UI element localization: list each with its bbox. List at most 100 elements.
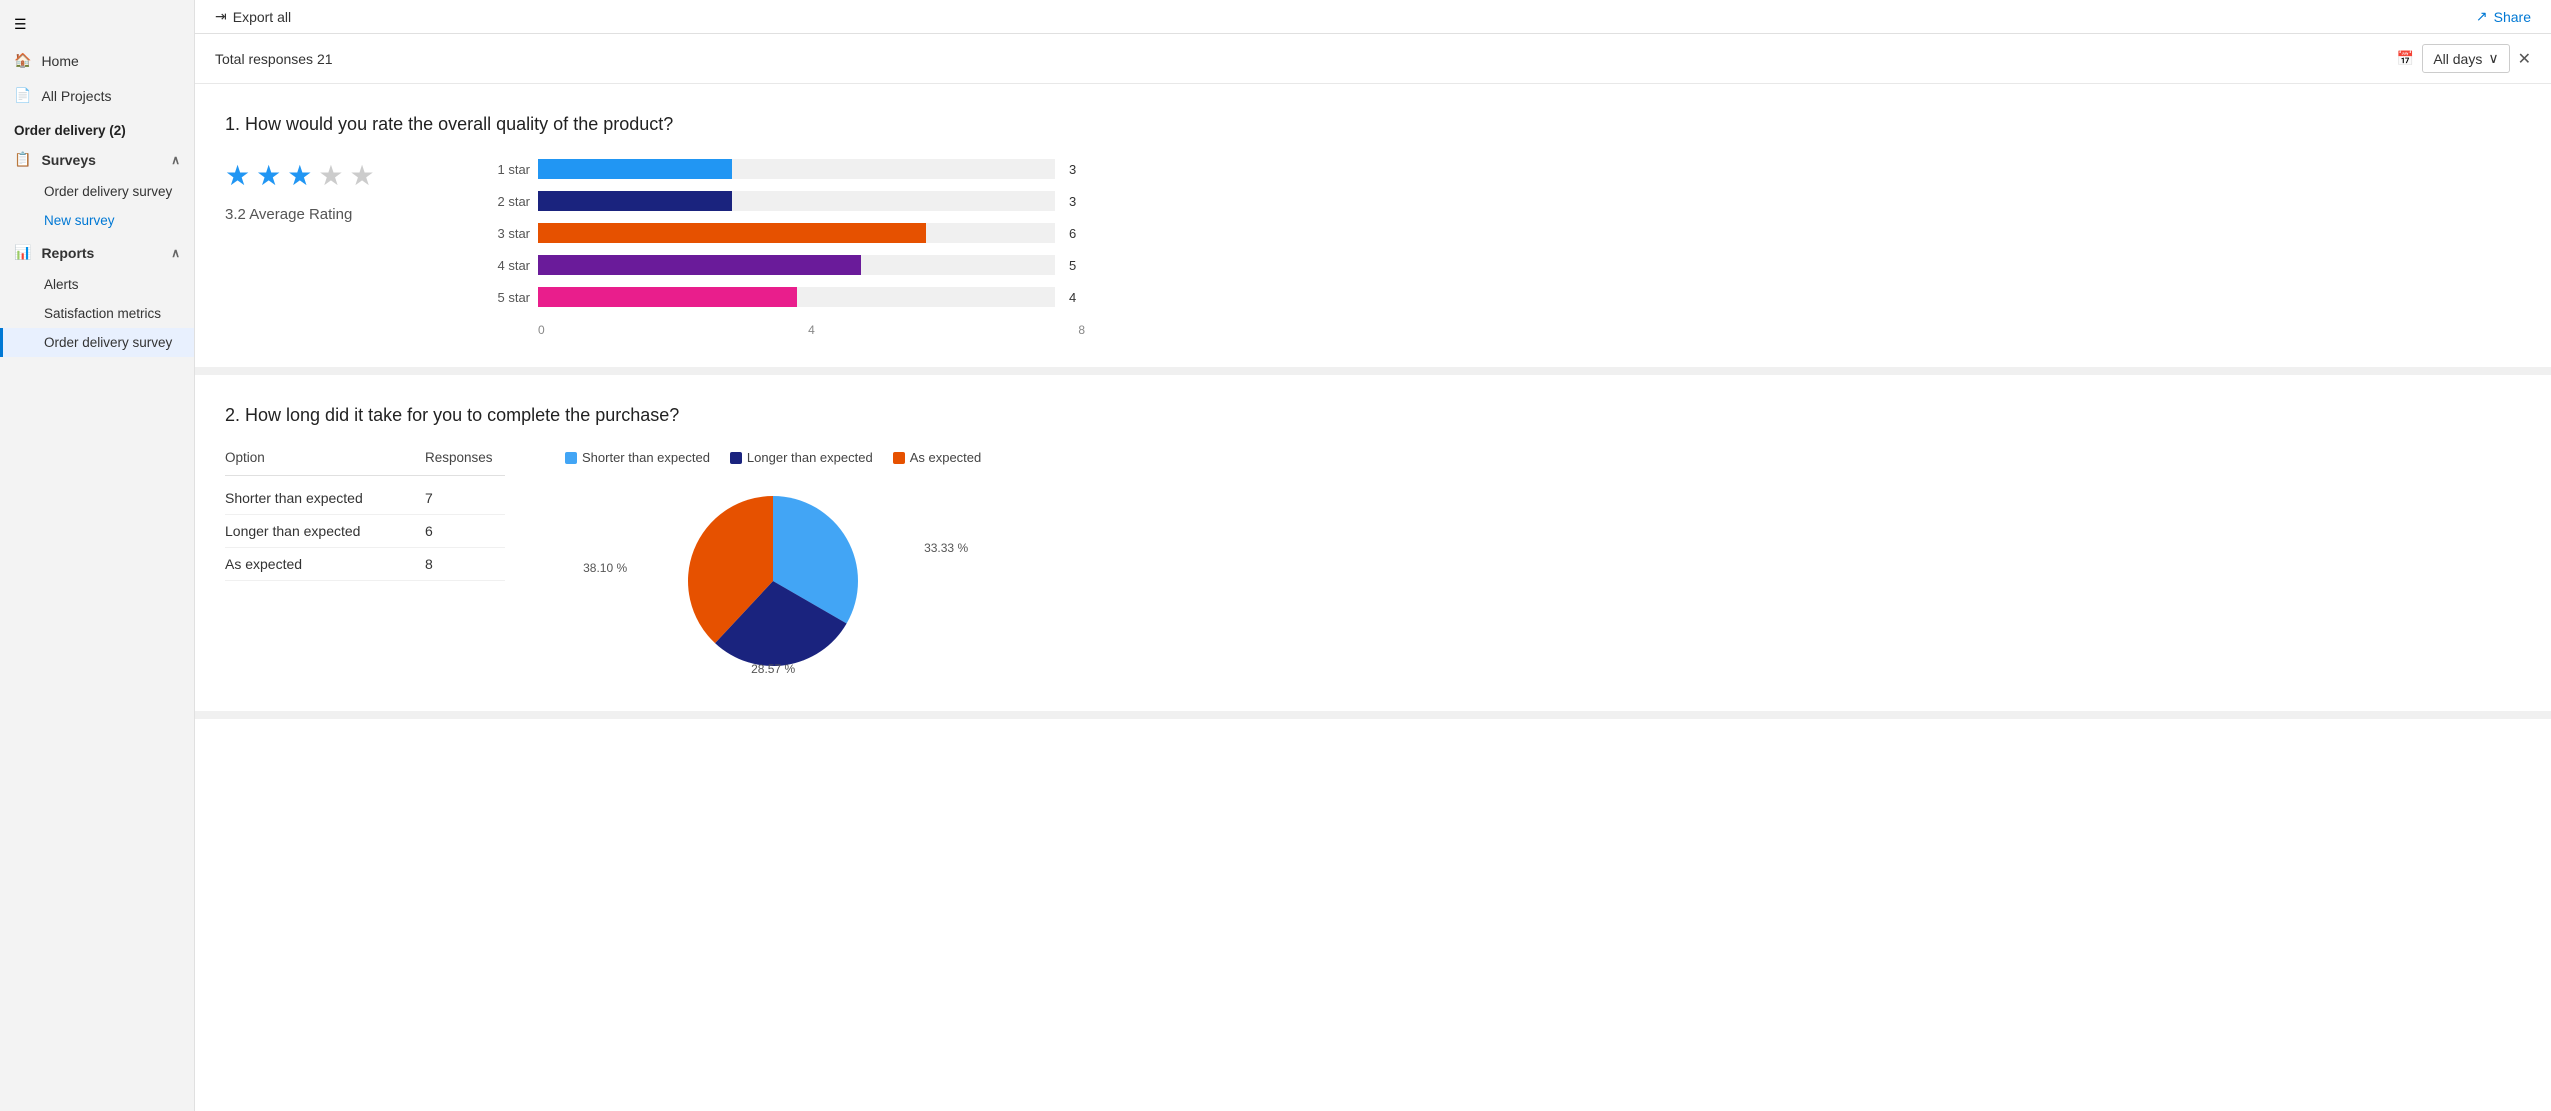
sidebar-item-order-delivery-survey[interactable]: Order delivery survey xyxy=(0,177,194,206)
share-button[interactable]: ↗ Share xyxy=(2476,8,2531,25)
export-all-button[interactable]: ⇥ Export all xyxy=(215,8,291,25)
legend-item: As expected xyxy=(893,450,982,465)
collapse-icon[interactable]: ✕ xyxy=(2518,49,2531,69)
days-dropdown[interactable]: All days ∨ xyxy=(2422,44,2509,73)
bar-label: 1 star xyxy=(485,162,530,177)
bar-value: 3 xyxy=(1069,162,1085,177)
sidebar-item-home[interactable]: 🏠 Home xyxy=(0,43,194,78)
surveys-section-header[interactable]: 📋 Surveys ∧ xyxy=(0,142,194,177)
share-label: Share xyxy=(2494,9,2531,25)
legend-item: Shorter than expected xyxy=(565,450,710,465)
total-responses: Total responses 21 xyxy=(215,51,333,67)
export-icon: ⇥ xyxy=(215,8,227,25)
legend-dot xyxy=(893,452,905,464)
col-option-header: Option xyxy=(225,450,405,465)
bar-track xyxy=(538,191,1055,211)
question-2-section: 2. How long did it take for you to compl… xyxy=(195,375,2551,719)
bar-rows: 1 star 3 2 star 3 3 star 6 4 star 5 5 st… xyxy=(485,159,1085,307)
main-content: ⇥ Export all ↗ Share Total responses 21 … xyxy=(195,0,2551,1111)
axis-8: 8 xyxy=(1078,323,1085,337)
bar-track xyxy=(538,159,1055,179)
bar-label: 5 star xyxy=(485,290,530,305)
star-4: ★ xyxy=(318,159,343,192)
bar-track xyxy=(538,287,1055,307)
sidebar-item-all-projects[interactable]: 📄 All Projects xyxy=(0,78,194,113)
response-cell: 8 xyxy=(425,556,505,572)
avg-rating-label: 3.2 Average Rating xyxy=(225,206,352,223)
star-1: ★ xyxy=(225,159,250,192)
bar-fill xyxy=(538,287,797,307)
q2-table-rows: Shorter than expected 7 Longer than expe… xyxy=(225,482,505,581)
bar-fill xyxy=(538,191,732,211)
bar-row: 2 star 3 xyxy=(485,191,1085,211)
bar-track xyxy=(538,255,1055,275)
sidebar-item-order-delivery-report[interactable]: Order delivery survey xyxy=(0,328,194,357)
days-label: All days xyxy=(2433,51,2482,67)
bar-value: 3 xyxy=(1069,194,1085,209)
table-row: Longer than expected 6 xyxy=(225,515,505,548)
axis-labels: 0 4 8 xyxy=(538,323,1085,337)
calendar-icon: 📅 xyxy=(2397,50,2414,67)
bar-row: 5 star 4 xyxy=(485,287,1085,307)
response-cell: 7 xyxy=(425,490,505,506)
q2-body: Option Responses Shorter than expected 7… xyxy=(225,450,2521,681)
surveys-chevron: ∧ xyxy=(171,153,180,167)
bar-label: 3 star xyxy=(485,226,530,241)
content-area: 1. How would you rate the overall qualit… xyxy=(195,84,2551,1111)
pie-chart-area: Shorter than expected Longer than expect… xyxy=(565,450,981,681)
pie-svg xyxy=(633,481,913,681)
question-1-section: 1. How would you rate the overall qualit… xyxy=(195,84,2551,375)
dropdown-chevron: ∨ xyxy=(2488,50,2498,67)
rating-display: ★ ★ ★ ★ ★ 3.2 Average Rating xyxy=(225,159,445,223)
chart-axis: 0 4 8 xyxy=(538,319,1085,337)
star-3: ★ xyxy=(287,159,312,192)
legend-label: Longer than expected xyxy=(747,450,873,465)
question-2-title: 2. How long did it take for you to compl… xyxy=(225,405,2521,426)
bar-fill xyxy=(538,255,861,275)
q2-table: Option Responses Shorter than expected 7… xyxy=(225,450,505,581)
pie-label-longer: 28.57 % xyxy=(751,662,795,676)
legend-item: Longer than expected xyxy=(730,450,873,465)
reports-label: Reports xyxy=(41,245,94,261)
sidebar-item-new-survey[interactable]: New survey xyxy=(0,206,194,235)
bar-track xyxy=(538,223,1055,243)
bar-value: 5 xyxy=(1069,258,1085,273)
topbar: ⇥ Export all ↗ Share xyxy=(195,0,2551,34)
bar-row: 4 star 5 xyxy=(485,255,1085,275)
filter-area: 📅 All days ∨ ✕ xyxy=(2397,44,2531,73)
stars-row: ★ ★ ★ ★ ★ xyxy=(225,159,375,192)
surveys-icon: 📋 xyxy=(14,151,31,168)
q2-table-header: Option Responses xyxy=(225,450,505,476)
reports-section-header[interactable]: 📊 Reports ∧ xyxy=(0,235,194,270)
legend-label: Shorter than expected xyxy=(582,450,710,465)
menu-icon[interactable]: ☰ xyxy=(0,8,194,43)
surveys-label: Surveys xyxy=(41,152,95,168)
reports-chevron: ∧ xyxy=(171,246,180,260)
sidebar-item-alerts[interactable]: Alerts xyxy=(0,270,194,299)
bar-label: 4 star xyxy=(485,258,530,273)
response-cell: 6 xyxy=(425,523,505,539)
bar-value: 4 xyxy=(1069,290,1085,305)
bar-row: 3 star 6 xyxy=(485,223,1085,243)
bar-label: 2 star xyxy=(485,194,530,209)
option-cell: As expected xyxy=(225,556,405,572)
pie-legend: Shorter than expected Longer than expect… xyxy=(565,450,981,465)
all-projects-icon: 📄 xyxy=(14,87,31,104)
col-responses-header: Responses xyxy=(425,450,505,465)
stats-bar: Total responses 21 📅 All days ∨ ✕ xyxy=(195,34,2551,84)
all-projects-label: All Projects xyxy=(41,88,111,104)
share-icon: ↗ xyxy=(2476,8,2488,25)
bar-value: 6 xyxy=(1069,226,1085,241)
bar-chart: 1 star 3 2 star 3 3 star 6 4 star 5 5 st… xyxy=(485,159,1085,337)
star-2: ★ xyxy=(256,159,281,192)
legend-label: As expected xyxy=(910,450,982,465)
option-cell: Longer than expected xyxy=(225,523,405,539)
pie-label-as-expected: 38.10 % xyxy=(583,561,627,575)
bar-fill xyxy=(538,223,926,243)
bar-fill xyxy=(538,159,732,179)
pie-wrapper: 33.33 % 28.57 % 38.10 % xyxy=(633,481,913,681)
question-1-title: 1. How would you rate the overall qualit… xyxy=(225,114,2521,135)
sidebar-item-satisfaction-metrics[interactable]: Satisfaction metrics xyxy=(0,299,194,328)
home-label: Home xyxy=(41,53,78,69)
q1-body: ★ ★ ★ ★ ★ 3.2 Average Rating 1 star 3 2 … xyxy=(225,159,2521,337)
